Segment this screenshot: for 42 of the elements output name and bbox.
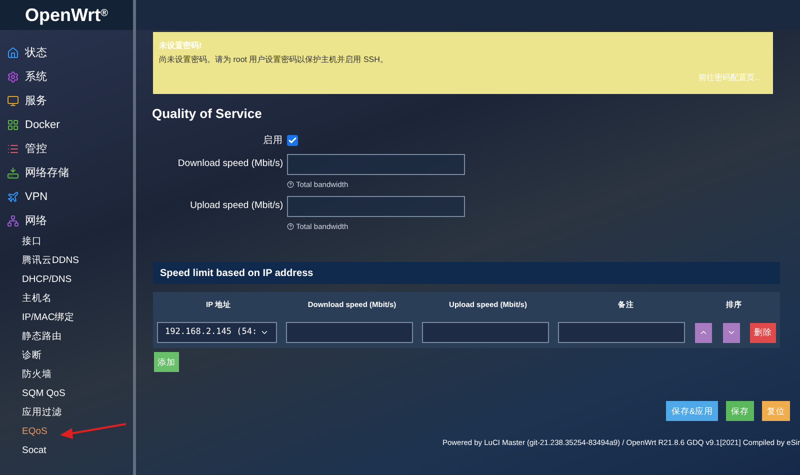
arrow-annotation [58,421,128,440]
submenu-item[interactable]: IP/MAC绑定 [0,309,133,328]
submenu-item[interactable]: 主机名 [0,290,133,309]
menu-item[interactable]: 网络 [0,209,133,233]
menu-item[interactable]: 状态 [0,41,133,65]
speed-input[interactable] [287,154,465,175]
menu-item[interactable]: Docker [0,113,133,137]
submenu-item[interactable]: EQoS [0,423,133,442]
submenu-item[interactable]: 腾讯云DDNS [0,252,133,271]
menu-item[interactable]: 系统 [0,65,133,89]
field-label: Download speed (Mbit/s) [176,157,284,172]
warning-title: 未设置密码! [159,40,203,52]
download-input[interactable] [286,322,413,344]
table-title: Speed limit based on IP address [153,262,780,284]
submenu-item[interactable]: 接口 [0,233,133,252]
help-icon [287,180,294,188]
note-input[interactable] [558,322,685,344]
submenu-item[interactable]: 诊断 [0,347,133,366]
enable-label: 启用 [262,134,284,148]
ip-select[interactable]: 192.168.2.145 (54: [157,322,277,344]
upload-input[interactable] [422,322,549,344]
move-up-button[interactable] [695,322,712,343]
move-down-button[interactable] [723,322,740,343]
check-icon [288,136,297,146]
field-label: Upload speed (Mbit/s) [189,199,284,214]
submenu-item[interactable]: Socat [0,442,133,461]
help-icon [287,223,294,230]
menu-item[interactable]: 网络存储 [0,161,133,185]
speed-input[interactable] [287,196,465,217]
submenu-item[interactable]: 防火墙 [0,366,133,385]
submenu-item[interactable]: SQM QoS [0,385,133,404]
menu-item[interactable]: 管控 [0,137,133,161]
section-title: Quality of Service [152,105,263,123]
submenu-item[interactable]: 静态路由 [0,328,133,347]
submenu-item[interactable]: 应用过滤 [0,404,133,423]
warning-text: 尚未设置密码。请为 root 用户设置密码以保护主机并启用 SSH。 [159,54,389,66]
menu-item[interactable]: VPN [0,185,133,209]
delete-button[interactable]: 删除 [750,322,776,343]
submenu-item[interactable]: DHCP/DNS [0,271,133,290]
menu-item[interactable]: 服务 [0,89,133,113]
brand-logo[interactable]: OpenWrt$^{®}$ [24,2,108,28]
enable-checkbox[interactable] [287,135,298,146]
